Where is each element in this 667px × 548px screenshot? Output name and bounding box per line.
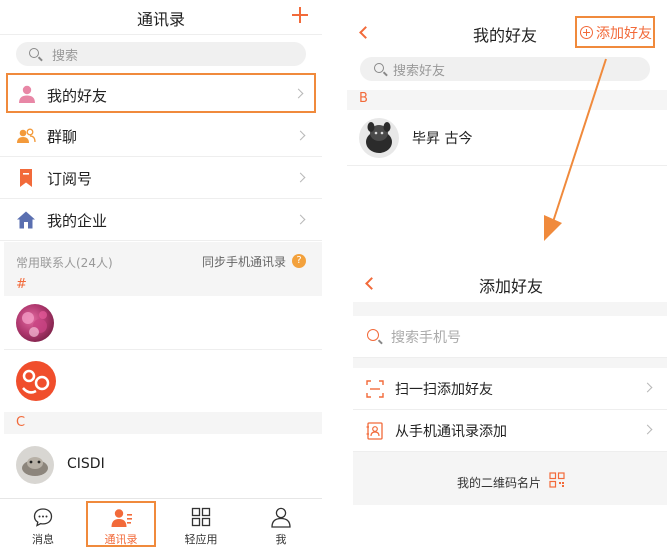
section-header-c: C (4, 412, 322, 434)
page-title: 添加好友 (479, 277, 544, 296)
my-friends-screen: 我的好友 添加好友 搜索好友 B 毕昇 古今 (347, 12, 667, 170)
qr-code-icon[interactable] (549, 472, 565, 488)
search-placeholder: 搜索手机号 (391, 330, 461, 346)
chevron-right-icon (295, 130, 306, 141)
avatar (16, 304, 54, 342)
search-icon (29, 48, 39, 58)
sync-contacts-link[interactable]: 同步手机通讯录 (202, 253, 286, 270)
chat-bubble-icon (33, 508, 53, 527)
avatar (16, 446, 54, 484)
menu-item-group-chat[interactable]: 群聊 (0, 115, 322, 157)
menu-item-label: 我的好友 (47, 87, 108, 105)
search-placeholder: 搜索好友 (393, 64, 446, 79)
add-friend-button[interactable]: 添加好友 (575, 16, 655, 48)
divider (353, 358, 667, 368)
apps-grid-icon (191, 507, 211, 527)
tab-contacts[interactable]: 通讯录 (86, 501, 156, 547)
tab-label: 通讯录 (104, 533, 138, 546)
contacts-icon (111, 509, 132, 527)
menu-item-label: 订阅号 (47, 170, 93, 188)
menu-item-label: 我的企业 (47, 212, 108, 230)
section-letter: # (16, 277, 27, 292)
back-icon[interactable] (359, 26, 372, 39)
scan-icon (366, 380, 384, 398)
group-icon (17, 128, 36, 143)
page-title: 通讯录 (136, 10, 185, 29)
menu-item-my-friends[interactable]: 我的好友 (6, 73, 316, 113)
section-letter: C (16, 415, 26, 430)
bottom-tab-bar: 消息 通讯录 轻应用 我 (0, 498, 322, 548)
header-divider (0, 34, 322, 35)
phone-contacts-icon (366, 422, 383, 440)
contact-row[interactable]: 毕昇 古今 (347, 110, 667, 166)
profile-icon (271, 507, 291, 528)
contact-name: 毕昇 古今 (412, 131, 473, 147)
person-icon (19, 85, 35, 103)
menu-item-subscriptions[interactable]: 订阅号 (0, 157, 322, 199)
contact-row[interactable]: CISDI (4, 434, 322, 494)
search-icon (367, 329, 379, 341)
section-letter: B (359, 91, 368, 106)
search-icon (374, 63, 384, 73)
search-input[interactable]: 搜索 (16, 42, 306, 66)
chevron-right-icon (642, 424, 653, 435)
help-icon[interactable]: ? (292, 254, 306, 268)
flow-arrow-icon (544, 58, 607, 241)
qr-card-label[interactable]: 我的二维码名片 (457, 474, 541, 491)
back-icon[interactable] (365, 277, 378, 290)
tab-label: 轻应用 (184, 533, 218, 546)
add-friend-screen: 添加好友 搜索手机号 扫一扫添加好友 从手机通讯录添加 我的二维码名片 (353, 265, 667, 505)
phone-contacts-label: 从手机通讯录添加 (395, 424, 507, 440)
contact-name: CISDI (67, 456, 105, 472)
scan-add-label: 扫一扫添加好友 (395, 382, 493, 398)
phone-contacts-add-row[interactable]: 从手机通讯录添加 (353, 410, 667, 452)
add-circle-icon (580, 26, 593, 39)
tab-label: 我 (275, 533, 287, 546)
section-header-b: B (347, 90, 667, 110)
tab-messages[interactable]: 消息 (8, 499, 78, 548)
chevron-right-icon (295, 172, 306, 183)
phone-search-input[interactable]: 搜索手机号 (353, 316, 667, 358)
avatar (16, 361, 56, 401)
divider (353, 302, 667, 316)
menu-item-label: 群聊 (47, 128, 78, 146)
tab-light-apps[interactable]: 轻应用 (166, 499, 236, 548)
house-icon (17, 211, 35, 229)
add-icon[interactable] (290, 5, 310, 25)
contact-row[interactable] (4, 350, 322, 410)
chevron-right-icon (295, 214, 306, 225)
contact-row[interactable] (4, 296, 322, 350)
panel-gap (322, 0, 347, 548)
page-title: 我的好友 (473, 26, 538, 45)
frequent-contacts-count: 常用联系人(24人) (16, 256, 113, 270)
contacts-screen: 通讯录 搜索 我的好友 群聊 订阅号 我的企业 常用联系人(24人) 同步手机通… (0, 0, 322, 548)
bookmark-icon (20, 169, 32, 187)
section-header-hash: # (4, 276, 322, 296)
chevron-right-icon (293, 88, 304, 99)
add-friend-label: 添加好友 (596, 26, 652, 42)
avatar (359, 118, 399, 158)
tab-me[interactable]: 我 (246, 499, 316, 548)
qr-area: 我的二维码名片 (353, 452, 667, 505)
tab-label: 消息 (32, 533, 54, 546)
menu-item-my-company[interactable]: 我的企业 (0, 199, 322, 241)
scan-add-friend-row[interactable]: 扫一扫添加好友 (353, 368, 667, 410)
frequent-contacts-header: 常用联系人(24人) 同步手机通讯录 ? (4, 242, 322, 276)
search-placeholder: 搜索 (52, 49, 79, 64)
chevron-right-icon (642, 382, 653, 393)
